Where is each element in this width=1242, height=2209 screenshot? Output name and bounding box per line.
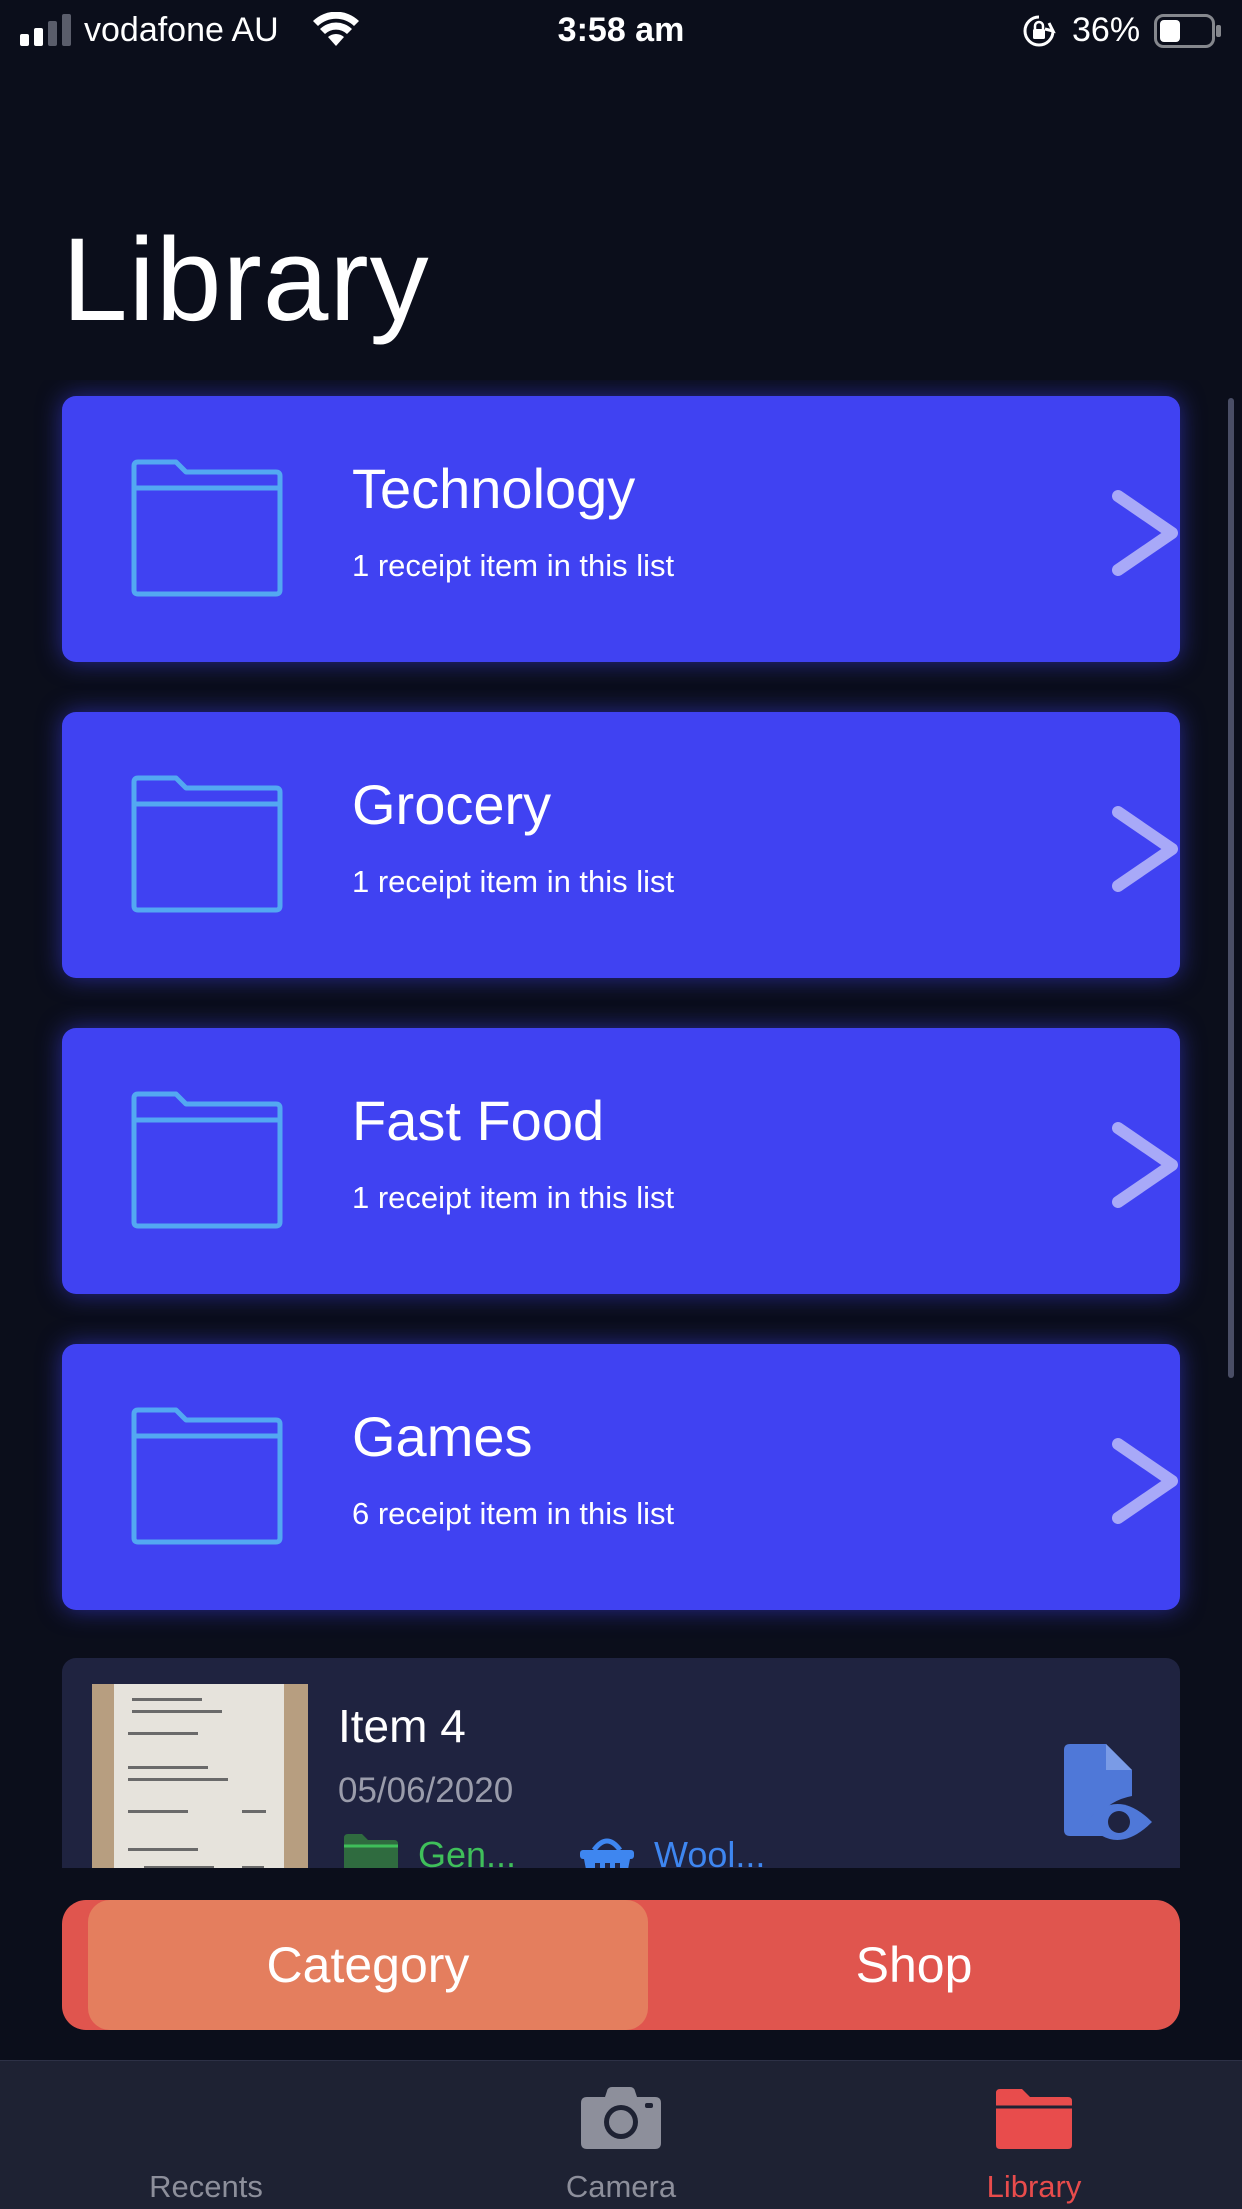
folder-card-grocery[interactable]: Grocery 1 receipt item in this list <box>62 712 1180 978</box>
rotation-lock-icon <box>1023 15 1056 47</box>
tab-library-label: Library <box>986 2169 1082 2204</box>
battery-icon <box>1154 14 1221 48</box>
folder-card-technology[interactable]: Technology 1 receipt item in this list <box>62 396 1180 662</box>
category-label: Gen... <box>418 1834 517 1868</box>
folder-card-fast-food[interactable]: Fast Food 1 receipt item in this list <box>62 1028 1180 1294</box>
folder-count: 6 receipt item in this list <box>352 1496 675 1531</box>
battery-percentage: 36% <box>1072 11 1141 49</box>
folder-outline-icon <box>131 775 283 913</box>
folder-count: 1 receipt item in this list <box>352 548 675 583</box>
document-eye-icon[interactable] <box>1058 1742 1154 1848</box>
shop-label: Wool... <box>654 1834 766 1868</box>
folder-filled-icon <box>996 2089 1072 2149</box>
tab-recents[interactable]: Recents <box>56 2061 356 2209</box>
tab-camera-label: Camera <box>565 2169 677 2204</box>
receipt-category-tag: Gen... <box>342 1826 542 1868</box>
folder-name: Technology <box>352 457 636 520</box>
tab-recents-label: Recents <box>149 2169 263 2204</box>
chevron-right-icon <box>1112 490 1178 576</box>
folder-count: 1 receipt item in this list <box>352 864 675 899</box>
segmented-control: Category Shop <box>62 1900 1180 2030</box>
folder-name: Grocery <box>352 773 552 836</box>
segment-category[interactable]: Category <box>88 1900 648 2030</box>
basket-icon <box>580 1838 634 1868</box>
tab-library[interactable]: Library <box>884 2061 1184 2209</box>
folder-card-games[interactable]: Games 6 receipt item in this list <box>62 1344 1180 1610</box>
segment-shop[interactable]: Shop <box>648 1900 1180 2030</box>
folder-outline-icon <box>131 1091 283 1229</box>
scrollbar[interactable] <box>1228 398 1234 1378</box>
status-bar: vodafone AU 3:58 am 36% <box>0 0 1242 62</box>
chevron-right-icon <box>1112 806 1178 892</box>
folder-outline-icon <box>131 1407 283 1545</box>
receipt-shop-tag: Wool... <box>578 1826 798 1868</box>
tab-camera[interactable]: Camera <box>471 2061 771 2209</box>
receipt-name: Item 4 <box>338 1700 466 1752</box>
folder-name: Games <box>352 1405 533 1468</box>
folder-filled-icon <box>344 1834 398 1868</box>
camera-icon <box>581 2087 661 2149</box>
chevron-right-icon <box>1112 1438 1178 1524</box>
chevron-right-icon <box>1112 1122 1178 1208</box>
library-list[interactable]: Technology 1 receipt item in this list G… <box>0 380 1242 1868</box>
folder-name: Fast Food <box>352 1089 605 1152</box>
receipt-date: 05/06/2020 <box>338 1771 514 1810</box>
page-title: Library <box>62 214 430 346</box>
receipt-item-card[interactable]: Item 4 05/06/2020 Gen... Wool... <box>62 1658 1180 1868</box>
folder-outline-icon <box>131 459 283 597</box>
tab-bar: Recents Camera Library <box>0 2060 1242 2209</box>
receipt-thumbnail <box>92 1684 308 1868</box>
folder-count: 1 receipt item in this list <box>352 1180 675 1215</box>
